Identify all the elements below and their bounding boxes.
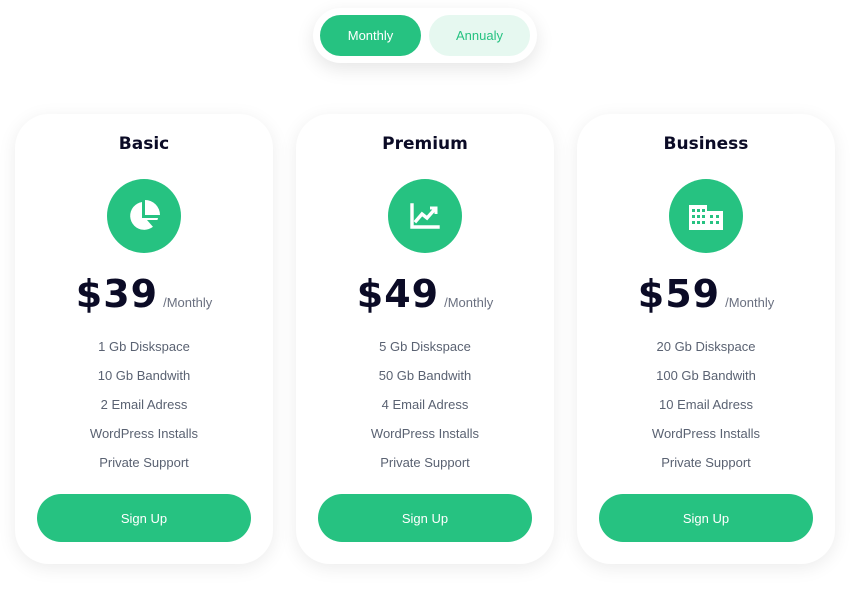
pricing-card-business: Business $59 /Monthly 20 Gb Diskspace 10… (577, 114, 835, 564)
feature-item: 10 Email Adress (659, 397, 753, 412)
line-chart-icon (388, 179, 462, 253)
feature-item: Private Support (380, 455, 470, 470)
price-row: $49 /Monthly (296, 272, 554, 316)
feature-item: WordPress Installs (370, 426, 480, 441)
feature-item: WordPress Installs (89, 426, 199, 441)
plan-name: Basic (118, 134, 170, 154)
pricing-card-premium: Premium $49 /Monthly 5 Gb Diskspace 50 G… (296, 114, 554, 564)
plan-price: $59 (637, 272, 721, 316)
pie-chart-icon (107, 179, 181, 253)
feature-item: 4 Email Adress (381, 397, 469, 412)
feature-list: 5 Gb Diskspace 50 Gb Bandwith 4 Email Ad… (296, 337, 554, 482)
feature-list: 1 Gb Diskspace 10 Gb Bandwith 2 Email Ad… (15, 337, 273, 482)
sign-up-button-basic[interactable]: Sign Up (37, 494, 251, 542)
annual-toggle-button[interactable]: Annualy (429, 15, 530, 56)
feature-item: 100 Gb Bandwith (656, 368, 756, 383)
feature-list: 20 Gb Diskspace 100 Gb Bandwith 10 Email… (577, 337, 835, 482)
pricing-card-basic: Basic $39 /Monthly 1 Gb Diskspace 10 Gb … (15, 114, 273, 564)
building-icon (669, 179, 743, 253)
plan-name: Premium (382, 134, 468, 154)
feature-item: Private Support (99, 455, 189, 470)
feature-item: WordPress Installs (651, 426, 761, 441)
billing-period: /Monthly (444, 295, 494, 310)
plan-name: Business (663, 134, 749, 154)
sign-up-button-premium[interactable]: Sign Up (318, 494, 532, 542)
plan-price: $49 (356, 272, 440, 316)
sign-up-button-business[interactable]: Sign Up (599, 494, 813, 542)
feature-item: Private Support (661, 455, 751, 470)
feature-item: 20 Gb Diskspace (656, 339, 756, 354)
feature-item: 5 Gb Diskspace (379, 339, 471, 354)
billing-period: /Monthly (725, 295, 775, 310)
monthly-toggle-button[interactable]: Monthly (320, 15, 421, 56)
billing-toggle: Monthly Annualy (313, 8, 537, 63)
feature-item: 2 Email Adress (100, 397, 188, 412)
feature-item: 50 Gb Bandwith (378, 368, 472, 383)
price-row: $39 /Monthly (15, 272, 273, 316)
price-row: $59 /Monthly (577, 272, 835, 316)
billing-period: /Monthly (163, 295, 213, 310)
feature-item: 10 Gb Bandwith (97, 368, 191, 383)
feature-item: 1 Gb Diskspace (98, 339, 190, 354)
plan-price: $39 (75, 272, 159, 316)
